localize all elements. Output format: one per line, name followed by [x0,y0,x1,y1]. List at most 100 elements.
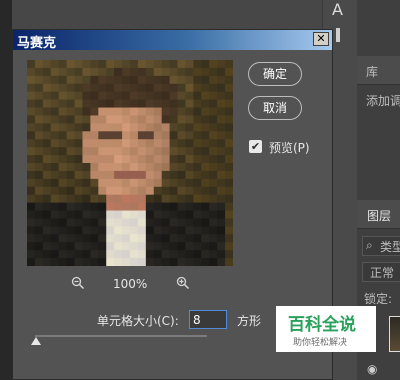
mosaic-cell [66,234,75,243]
mosaic-cell [82,186,91,196]
mosaic-cell [98,178,107,188]
mosaic-cell [153,60,163,69]
mosaic-cell [106,194,115,204]
panel-collapse-marker[interactable] [336,28,340,42]
mosaic-cell [169,155,178,164]
mosaic-cell [201,250,210,259]
tab-library[interactable] [357,56,400,85]
mosaic-cell [201,131,210,140]
mosaic-cell [169,234,178,243]
mosaic-cell [209,115,218,124]
mosaic-cell [122,91,131,101]
mosaic-cell [74,226,83,235]
mosaic-cell [225,60,233,69]
mosaic-cell [225,147,233,156]
dialog-titlebar[interactable]: 马赛克 ✕ [13,30,332,51]
mosaic-cell [42,139,52,148]
mosaic-cell [177,155,186,164]
mosaic-cell [50,234,60,243]
zoom-out-icon[interactable] [71,276,85,294]
type-tool-icon[interactable]: A [332,0,343,19]
mosaic-cell [193,123,202,132]
mosaic-cell [42,163,52,172]
mosaic-cell [153,242,163,251]
mosaic-cell [217,115,226,124]
mosaic-cell [27,234,36,243]
slider-thumb[interactable] [31,337,41,345]
mosaic-cell [27,67,36,77]
mosaic-cell [82,67,91,77]
mosaic-cell [161,170,171,180]
close-icon[interactable]: ✕ [313,32,329,46]
mosaic-cell [42,170,52,180]
mosaic-cell [82,123,91,132]
mosaic-cell [90,155,99,164]
mosaic-cell [209,75,218,85]
mosaic-cell [66,170,75,180]
mosaic-cell [66,123,75,132]
mosaic-cell [185,194,194,204]
mosaic-cell [161,75,171,85]
mosaic-cell [177,60,186,69]
mosaic-cell [153,155,163,164]
mosaic-cell [130,60,139,69]
mosaic-cell [225,258,233,266]
mosaic-cell [98,147,107,156]
mosaic-cell [98,202,107,211]
checkmark-icon[interactable]: ✔ [249,140,262,153]
mosaic-cell [82,194,91,204]
mosaic-cell [130,67,139,77]
eye-icon[interactable]: ◉ [367,362,377,376]
cell-size-input[interactable] [189,310,227,329]
mosaic-cell [34,194,44,204]
mosaic-cell [114,123,123,132]
mosaic-cell [122,242,131,251]
mosaic-cell [114,91,123,101]
mosaic-cell [225,170,233,180]
mosaic-cell [66,226,75,235]
mosaic-cell [137,202,147,211]
ok-button[interactable]: 确定 [248,62,302,86]
mosaic-cell [225,155,233,164]
mosaic-cell [82,99,91,108]
mosaic-cell [217,210,226,219]
mosaic-cell [66,67,75,77]
mosaic-cell [137,194,147,204]
mosaic-cell [90,234,99,243]
filter-preview[interactable] [27,60,233,266]
mosaic-cell [66,202,75,211]
mosaic-cell [66,99,75,108]
mosaic-cell [66,83,75,93]
mosaic-cell [130,226,139,235]
mosaic-cell [169,131,178,140]
mosaic-cell [193,67,202,77]
layer-thumbnail[interactable] [389,316,400,352]
mosaic-cell [225,242,233,251]
mosaic-cell [193,131,202,140]
mosaic-cell [161,155,171,164]
mosaic-cell [122,155,131,164]
mosaic-cell [177,99,186,108]
mosaic-cell [74,123,83,132]
mosaic-cell [58,234,68,243]
mosaic-cell [225,123,233,132]
mosaic-cell [217,67,226,77]
mosaic-cell [169,218,178,227]
mosaic-cell [114,258,123,266]
mosaic-cell [185,139,194,148]
cell-size-slider[interactable] [35,335,207,337]
zoom-in-icon[interactable] [176,276,190,294]
mosaic-cell [114,202,123,211]
mosaic-cell [130,123,139,132]
mosaic-cell [225,163,233,172]
mosaic-cell [122,83,131,93]
mosaic-cell [50,123,60,132]
mosaic-cell [82,163,91,172]
mosaic-cell [82,170,91,180]
mosaic-cell [137,178,147,188]
mosaic-cell [153,178,163,188]
cancel-button[interactable]: 取消 [248,96,302,120]
mosaic-cell [137,155,147,164]
mosaic-cell [42,186,52,196]
mosaic-cell [90,163,99,172]
